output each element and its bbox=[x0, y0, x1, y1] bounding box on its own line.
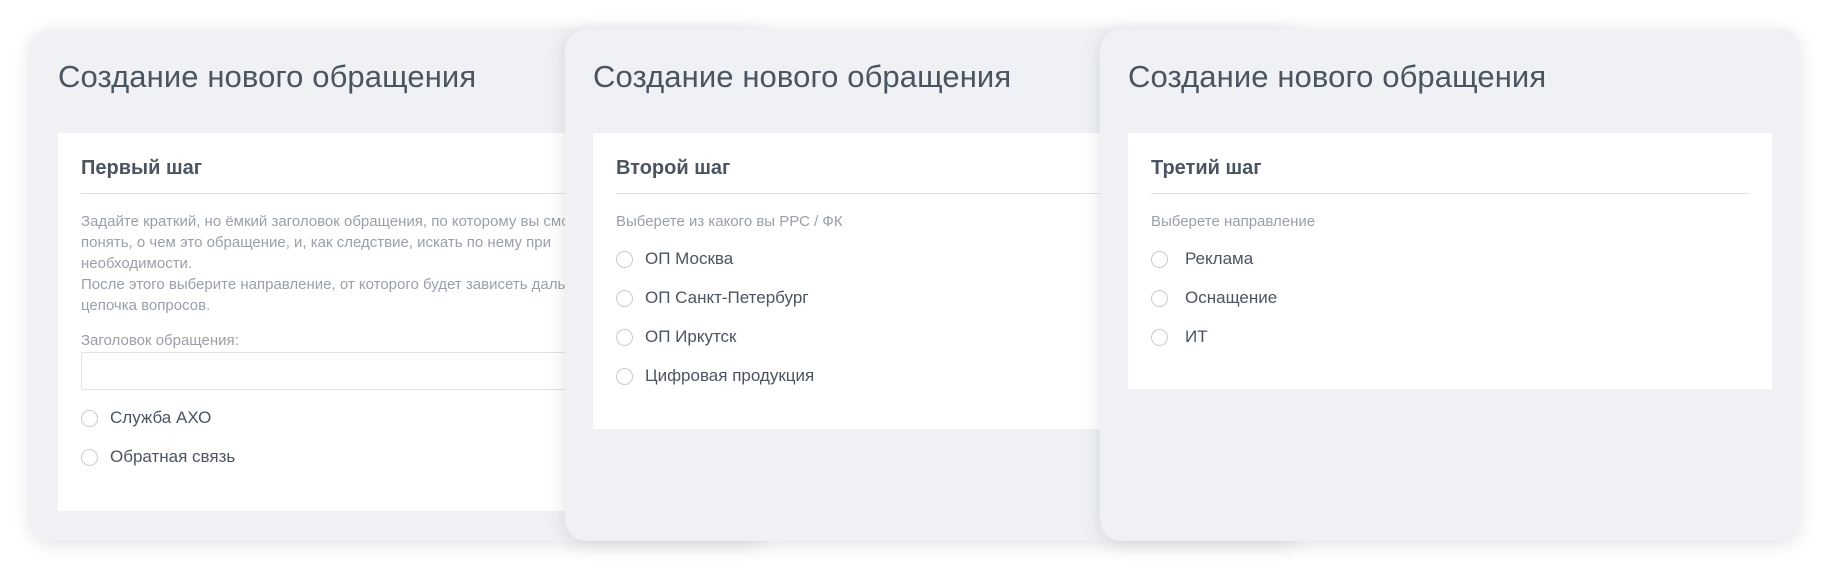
radio-unchecked-icon[interactable] bbox=[81, 449, 98, 466]
option-label: ИТ bbox=[1185, 327, 1208, 346]
radio-unchecked-icon[interactable] bbox=[1151, 251, 1168, 268]
hint-line: Задайте краткий, но ёмкий заголовок обра… bbox=[81, 213, 603, 230]
panel-title: Создание нового обращения bbox=[1128, 59, 1547, 94]
option-label: Оснащение bbox=[1185, 288, 1278, 307]
step-hint: Выберете направление bbox=[1151, 213, 1316, 230]
request-title-label: Заголовок обращения: bbox=[81, 332, 239, 349]
option-label: Служба АХО bbox=[110, 408, 212, 427]
step-title: Первый шаг bbox=[81, 157, 203, 179]
hint-line: понять, о чем это обращение, и, как след… bbox=[81, 234, 552, 251]
hint-line: необходимости. bbox=[81, 255, 193, 272]
panel-title: Создание нового обращения bbox=[58, 59, 477, 94]
radio-unchecked-icon[interactable] bbox=[616, 329, 633, 346]
hint-line: После этого выберите направление, от кот… bbox=[81, 276, 619, 293]
panel-title: Создание нового обращения bbox=[593, 59, 1012, 94]
option-label: ОП Москва bbox=[645, 249, 734, 268]
radio-unchecked-icon[interactable] bbox=[1151, 329, 1168, 346]
radio-unchecked-icon[interactable] bbox=[81, 410, 98, 427]
radio-unchecked-icon[interactable] bbox=[616, 251, 633, 268]
radio-unchecked-icon[interactable] bbox=[616, 368, 633, 385]
radio-unchecked-icon[interactable] bbox=[1151, 290, 1168, 307]
step-hint: Выберете из какого вы РРС / ФК bbox=[616, 213, 843, 230]
divider bbox=[1151, 193, 1749, 194]
step-title: Второй шаг bbox=[616, 157, 731, 179]
option-label: Реклама bbox=[1185, 249, 1254, 268]
step-card: Третий шаг Выберете направление Реклама … bbox=[1128, 133, 1772, 389]
step-hint: Задайте краткий, но ёмкий заголовок обра… bbox=[81, 211, 619, 316]
option-label: ОП Иркутск bbox=[645, 327, 737, 346]
radio-unchecked-icon[interactable] bbox=[616, 290, 633, 307]
hint-line: цепочка вопросов. bbox=[81, 297, 211, 314]
request-panel-step-3: Создание нового обращения Третий шаг Выб… bbox=[1100, 29, 1800, 541]
step-title: Третий шаг bbox=[1151, 157, 1262, 179]
option-label: ОП Санкт-Петербург bbox=[645, 288, 809, 307]
option-label: Обратная связь bbox=[110, 447, 236, 466]
option-label: Цифровая продукция bbox=[645, 366, 815, 385]
